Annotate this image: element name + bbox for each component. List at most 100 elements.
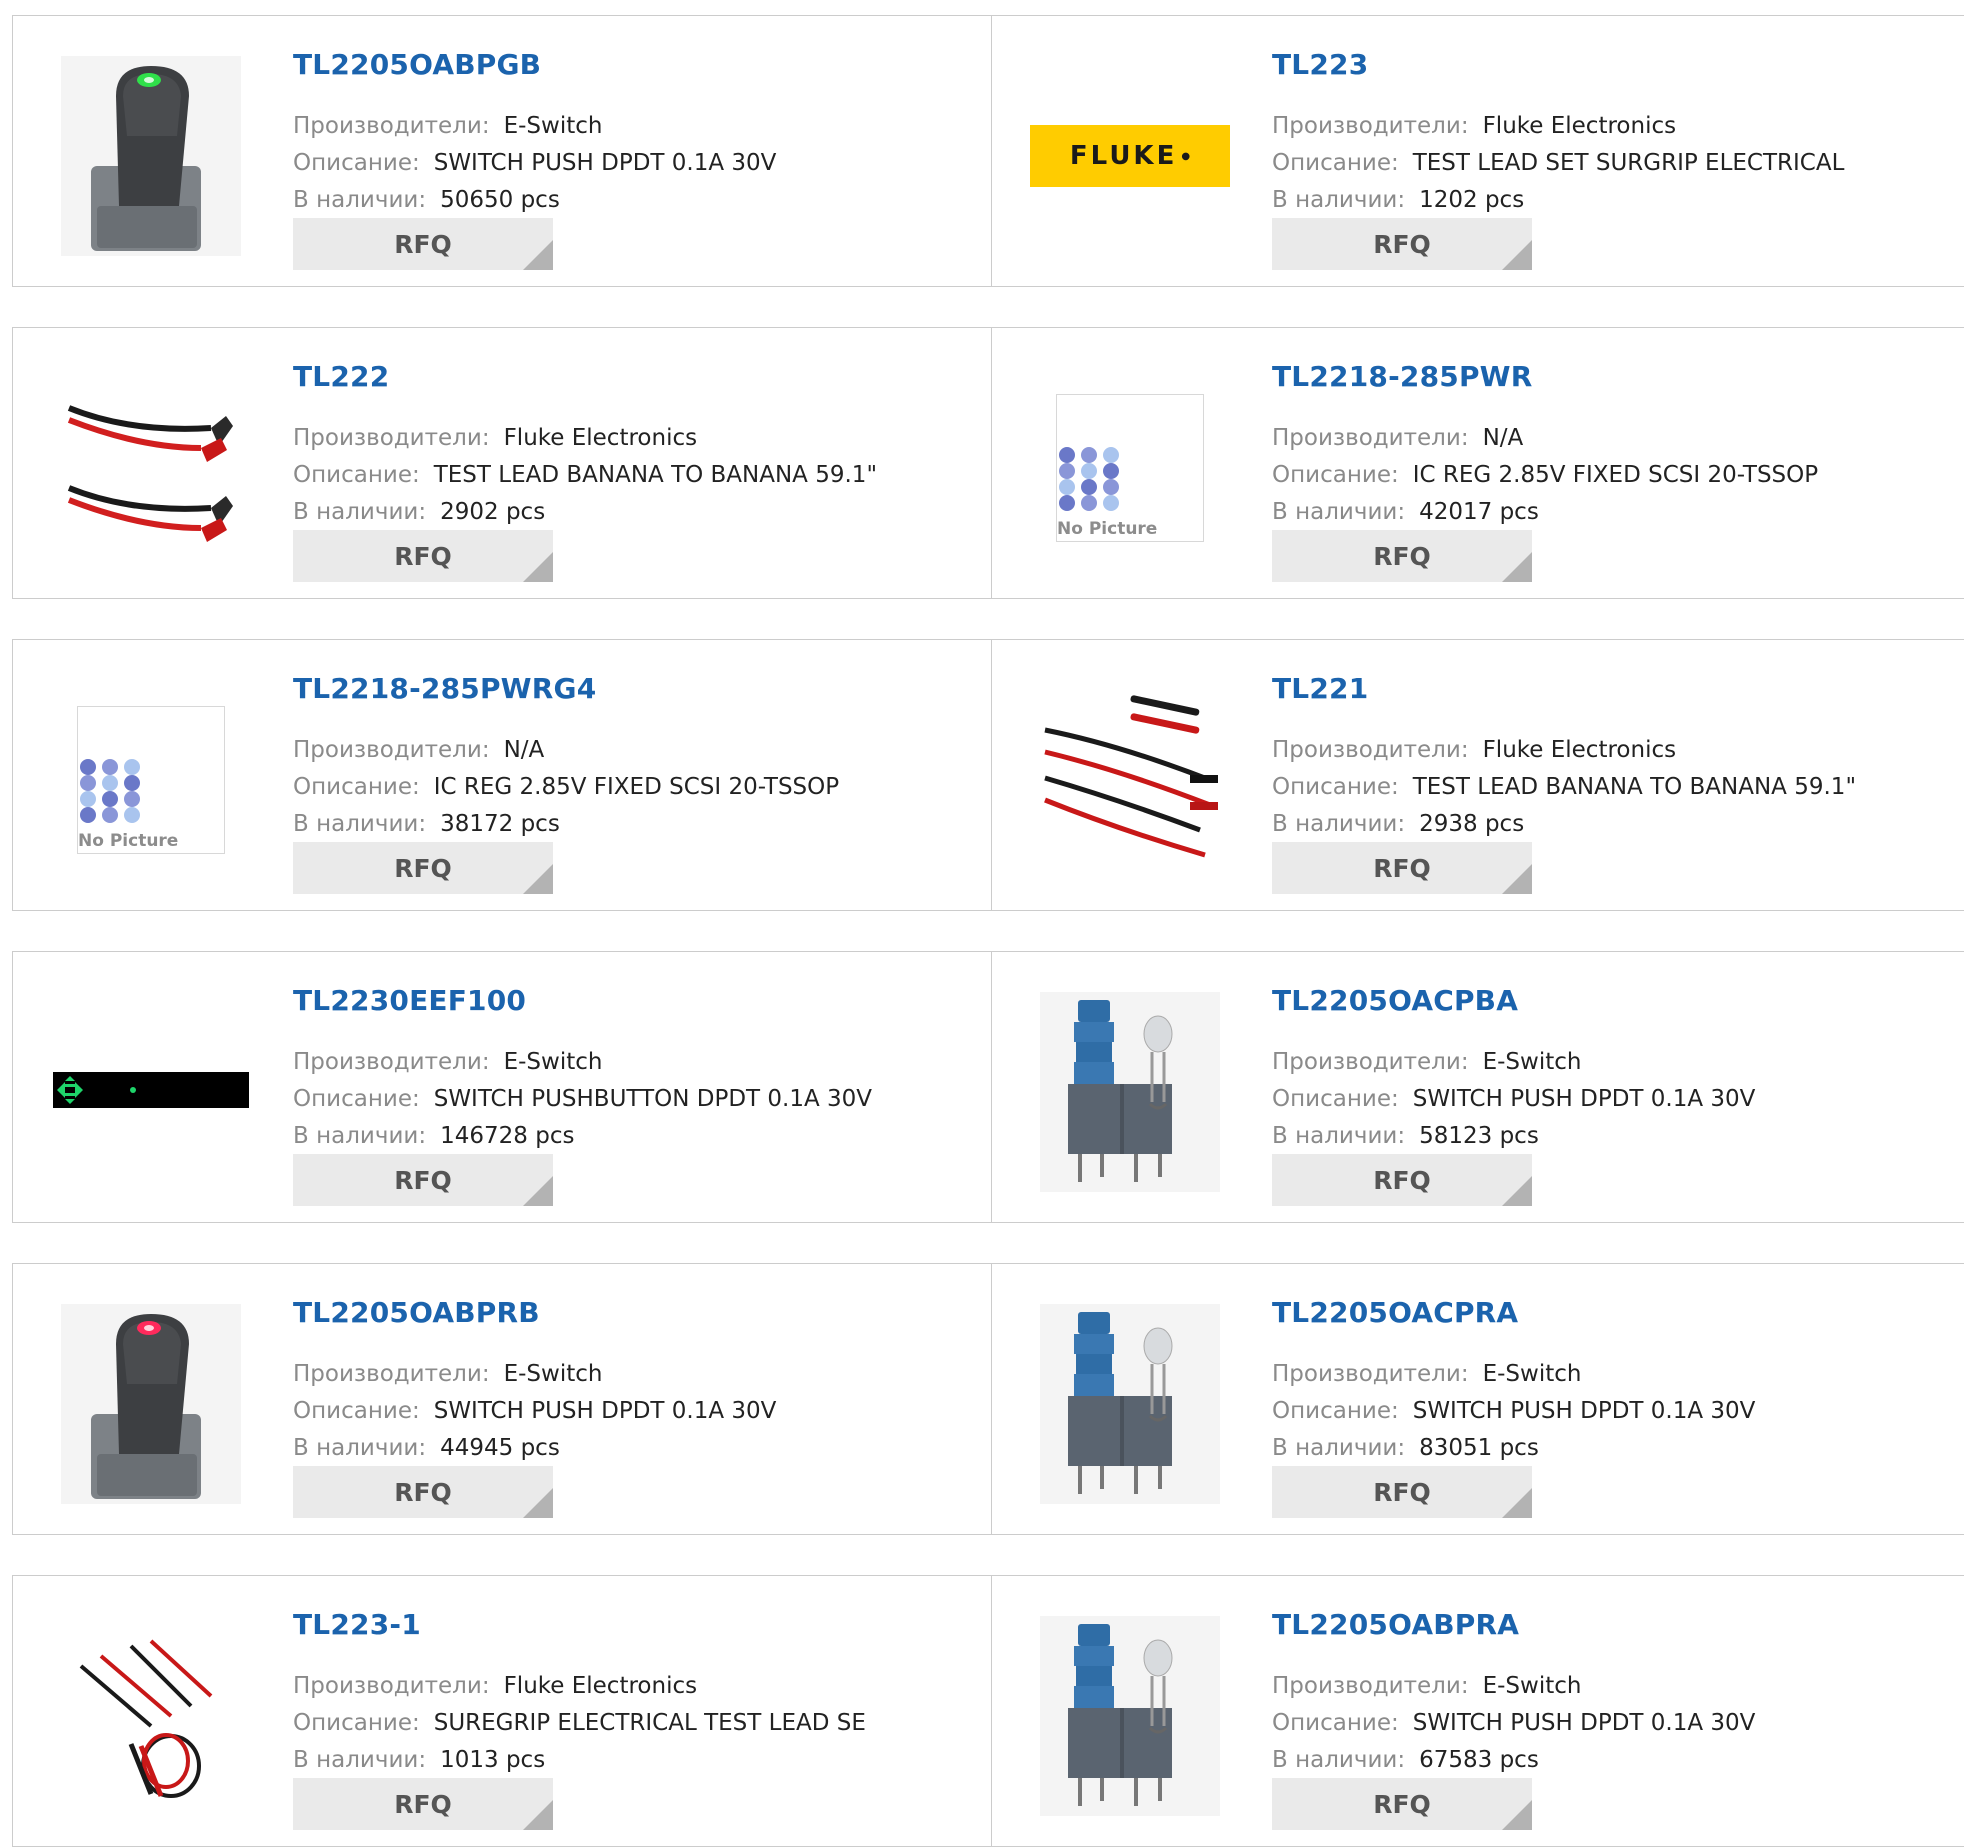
product-card: No Picture TL2218-285PWR Производители: N… xyxy=(991,328,1964,598)
stock-value: 50650 pcs xyxy=(440,187,560,213)
product-image[interactable] xyxy=(51,992,251,1192)
product-part-link[interactable]: TL2205OABPRA xyxy=(1272,1608,1519,1641)
description-field: Описание: SUREGRIP ELECTRICAL TEST LEAD S… xyxy=(293,1708,866,1738)
stock-label: В наличии: xyxy=(293,1747,427,1773)
stock-label: В наличии: xyxy=(1272,811,1406,837)
description-field: Описание: TEST LEAD BANANA TO BANANA 59.1… xyxy=(293,460,877,490)
stock-field: В наличии: 1013 pcs xyxy=(293,1745,545,1775)
product-image[interactable] xyxy=(1030,1304,1230,1504)
description-value: SWITCH PUSH DPDT 0.1A 30V xyxy=(433,1398,777,1424)
rfq-corner-decoration xyxy=(523,240,553,270)
product-image[interactable]: FLUKE ● xyxy=(1030,56,1230,256)
rfq-button[interactable]: RFQ xyxy=(1272,842,1532,894)
rfq-button[interactable]: RFQ xyxy=(293,842,553,894)
description-value: SWITCH PUSH DPDT 0.1A 30V xyxy=(1412,1086,1756,1112)
manufacturer-value: Fluke Electronics xyxy=(503,1673,698,1699)
product-card: FLUKE ● TL223 Производители: Fluke Electro… xyxy=(991,16,1964,286)
rfq-corner-decoration xyxy=(523,864,553,894)
product-image[interactable] xyxy=(51,1616,251,1816)
rfq-button[interactable]: RFQ xyxy=(1272,1466,1532,1518)
description-value: SUREGRIP ELECTRICAL TEST LEAD SE xyxy=(433,1710,866,1736)
manufacturer-field: Производители: E-Switch xyxy=(293,1359,602,1389)
stock-value: 67583 pcs xyxy=(1419,1747,1539,1773)
stock-field: В наличии: 83051 pcs xyxy=(1272,1433,1539,1463)
product-image[interactable] xyxy=(1030,992,1230,1192)
rfq-corner-decoration xyxy=(523,1488,553,1518)
description-label: Описание: xyxy=(293,150,420,176)
description-field: Описание: TEST LEAD SET SURGRIP ELECTRICA… xyxy=(1272,148,1844,178)
rfq-button[interactable]: RFQ xyxy=(1272,1778,1532,1830)
rfq-button[interactable]: RFQ xyxy=(293,530,553,582)
manufacturer-label: Производители: xyxy=(293,737,490,763)
product-row: TL2205OABPGB Производители: E-Switch Опис… xyxy=(12,15,1964,287)
product-part-link[interactable]: TL223-1 xyxy=(293,1608,421,1641)
product-image[interactable] xyxy=(51,56,251,256)
product-image[interactable] xyxy=(51,368,251,568)
manufacturer-value: E-Switch xyxy=(503,1049,603,1075)
description-field: Описание: SWITCH PUSH DPDT 0.1A 30V xyxy=(1272,1396,1755,1426)
stock-value: 2902 pcs xyxy=(440,499,546,525)
description-field: Описание: IC REG 2.85V FIXED SCSI 20-TSSO… xyxy=(293,772,839,802)
manufacturer-label: Производители: xyxy=(293,1049,490,1075)
rfq-button-label: RFQ xyxy=(394,1477,452,1507)
product-card: TL2205OABPRB Производители: E-Switch Опис… xyxy=(13,1264,991,1534)
rfq-corner-decoration xyxy=(523,552,553,582)
description-field: Описание: SWITCH PUSHBUTTON DPDT 0.1A 30V xyxy=(293,1084,872,1114)
product-part-link[interactable]: TL2205OACPBA xyxy=(1272,984,1518,1017)
product-card: TL222 Производители: Fluke Electronics Оп… xyxy=(13,328,991,598)
stock-value: 44945 pcs xyxy=(440,1435,560,1461)
stock-field: В наличии: 50650 pcs xyxy=(293,185,560,215)
stock-label: В наличии: xyxy=(293,499,427,525)
description-value: SWITCH PUSH DPDT 0.1A 30V xyxy=(433,150,777,176)
product-part-link[interactable]: TL2205OABPGB xyxy=(293,48,541,81)
stock-label: В наличии: xyxy=(1272,1123,1406,1149)
rfq-button[interactable]: RFQ xyxy=(293,1778,553,1830)
manufacturer-value: E-Switch xyxy=(1482,1361,1582,1387)
rfq-button[interactable]: RFQ xyxy=(293,1466,553,1518)
product-part-link[interactable]: TL221 xyxy=(1272,672,1368,705)
product-part-link[interactable]: TL2218-285PWRG4 xyxy=(293,672,596,705)
manufacturer-label: Производители: xyxy=(293,113,490,139)
rfq-button[interactable]: RFQ xyxy=(293,1154,553,1206)
product-part-link[interactable]: TL2218-285PWR xyxy=(1272,360,1533,393)
product-part-link[interactable]: TL2205OABPRB xyxy=(293,1296,540,1329)
description-field: Описание: TEST LEAD BANANA TO BANANA 59.1… xyxy=(1272,772,1856,802)
product-image[interactable] xyxy=(1030,1616,1230,1816)
rfq-corner-decoration xyxy=(1502,552,1532,582)
rfq-corner-decoration xyxy=(1502,1488,1532,1518)
product-part-link[interactable]: TL2205OACPRA xyxy=(1272,1296,1518,1329)
description-field: Описание: IC REG 2.85V FIXED SCSI 20-TSSO… xyxy=(1272,460,1818,490)
description-label: Описание: xyxy=(293,1398,420,1424)
pushbutton-switch-blue-icon xyxy=(1040,992,1220,1192)
manufacturer-value: Fluke Electronics xyxy=(1482,113,1677,139)
manufacturer-field: Производители: E-Switch xyxy=(1272,1359,1581,1389)
description-value: TEST LEAD BANANA TO BANANA 59.1" xyxy=(433,462,878,488)
product-image[interactable]: No Picture xyxy=(1030,368,1230,568)
product-card: TL2205OACPRA Производители: E-Switch Опис… xyxy=(991,1264,1964,1534)
no-picture-text: No Picture xyxy=(1057,519,1162,539)
registered-mark-icon: ● xyxy=(1181,150,1191,162)
product-image[interactable]: No Picture xyxy=(51,680,251,880)
product-part-link[interactable]: TL2230EEF100 xyxy=(293,984,526,1017)
product-part-link[interactable]: TL223 xyxy=(1272,48,1368,81)
rfq-button[interactable]: RFQ xyxy=(1272,530,1532,582)
manufacturer-value: Fluke Electronics xyxy=(1482,737,1677,763)
product-card: TL221 Производители: Fluke Electronics Оп… xyxy=(991,640,1964,910)
rfq-button[interactable]: RFQ xyxy=(1272,1154,1532,1206)
rfq-button-label: RFQ xyxy=(1373,1789,1431,1819)
manufacturer-label: Производители: xyxy=(1272,1049,1469,1075)
rfq-button-label: RFQ xyxy=(1373,541,1431,571)
stock-field: В наличии: 146728 pcs xyxy=(293,1121,574,1151)
manufacturer-label: Производители: xyxy=(293,1361,490,1387)
product-image[interactable] xyxy=(1030,680,1230,880)
pushbutton-switch-blue-icon xyxy=(1040,1616,1220,1816)
manufacturer-label: Производители: xyxy=(293,425,490,451)
product-image[interactable] xyxy=(51,1304,251,1504)
product-part-link[interactable]: TL222 xyxy=(293,360,389,393)
rfq-button[interactable]: RFQ xyxy=(1272,218,1532,270)
manufacturer-label: Производители: xyxy=(1272,1673,1469,1699)
description-label: Описание: xyxy=(1272,774,1399,800)
manufacturer-value: E-Switch xyxy=(1482,1049,1582,1075)
manufacturer-field: Производители: E-Switch xyxy=(293,1047,602,1077)
rfq-button[interactable]: RFQ xyxy=(293,218,553,270)
